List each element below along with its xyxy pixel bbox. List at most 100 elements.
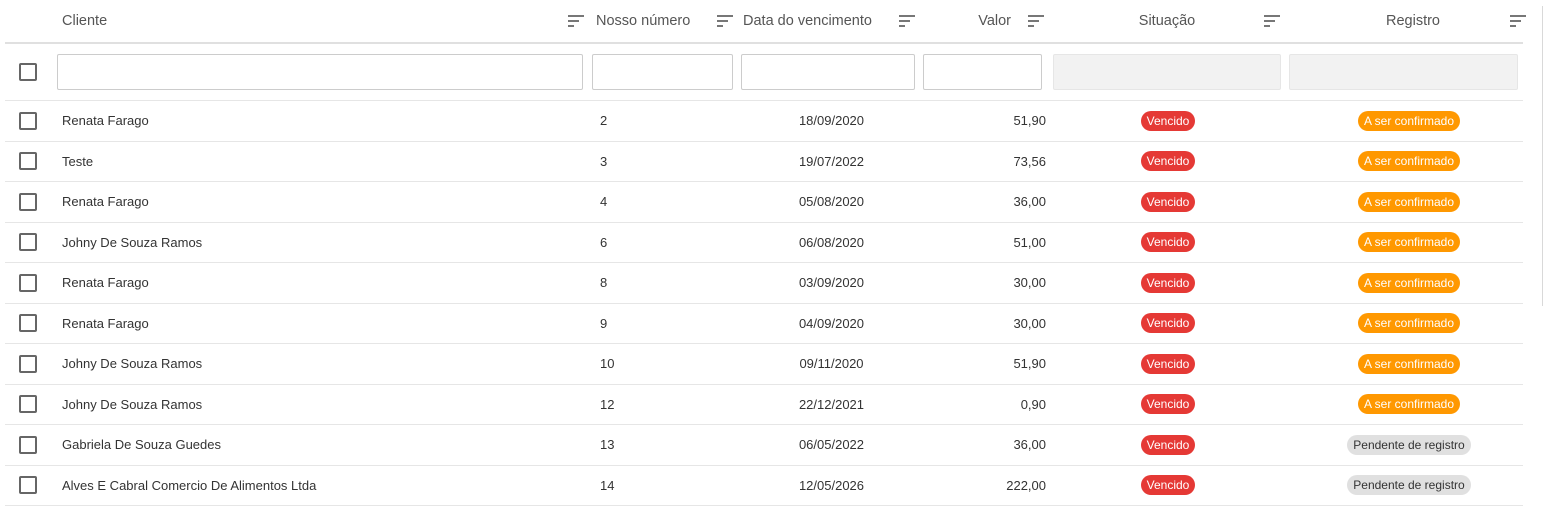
table-row[interactable]: Johny De Souza Ramos 12 22/12/2021 0,90 … [5, 385, 1523, 425]
row-checkbox[interactable] [19, 314, 37, 333]
nosso-numero-cell: 4 [600, 194, 608, 210]
cliente-cell: Johny De Souza Ramos [62, 356, 203, 372]
row-checkbox[interactable] [19, 152, 37, 171]
table-row[interactable]: Renata Farago 9 04/09/2020 30,00 Vencido… [5, 304, 1523, 344]
nosso-numero-cell: 8 [600, 275, 608, 291]
row-checkbox[interactable] [19, 192, 37, 211]
cliente-cell: Renata Farago [62, 194, 149, 210]
header-select-cell [5, 0, 55, 42]
registro-badge: A ser confirmado [1357, 394, 1461, 415]
sort-icon[interactable] [899, 15, 915, 27]
column-label: Nosso número [596, 13, 691, 29]
registro-badge: Pendente de registro [1347, 475, 1471, 496]
valor-filter-input[interactable] [923, 54, 1042, 90]
nosso-numero-cell: 6 [600, 234, 608, 250]
row-checkbox[interactable] [19, 395, 37, 414]
column-header-registro[interactable]: Registro [1286, 0, 1532, 42]
registro-badge: A ser confirmado [1357, 110, 1461, 131]
nosso-numero-cell: 14 [600, 477, 615, 493]
table-row[interactable]: Johny De Souza Ramos 6 06/08/2020 51,00 … [5, 223, 1523, 263]
sort-icon[interactable] [717, 15, 733, 27]
row-checkbox[interactable] [19, 354, 37, 373]
column-header-data-vencimento[interactable]: Data do vencimento [739, 0, 921, 42]
row-checkbox[interactable] [19, 233, 37, 252]
column-label: Data do vencimento [743, 13, 872, 29]
cliente-cell: Alves E Cabral Comercio De Alimentos Ltd… [62, 477, 317, 493]
nosso-numero-filter-input[interactable] [592, 54, 733, 90]
column-header-cliente[interactable]: Cliente [55, 0, 590, 42]
sort-icon[interactable] [568, 15, 584, 27]
registro-filter-input [1289, 54, 1518, 90]
registro-badge: Pendente de registro [1347, 434, 1471, 455]
table-row[interactable]: Alves E Cabral Comercio De Alimentos Ltd… [5, 466, 1523, 506]
situacao-badge: Vencido [1140, 272, 1196, 293]
nosso-numero-cell: 2 [600, 113, 608, 129]
table-row[interactable]: Teste 3 19/07/2022 73,56 Vencido A ser c… [5, 142, 1523, 182]
situacao-badge: Vencido [1140, 394, 1196, 415]
nosso-numero-cell: 12 [600, 396, 615, 412]
registro-badge: A ser confirmado [1357, 272, 1461, 293]
cliente-cell: Renata Farago [62, 275, 149, 291]
data-vencimento-cell: 05/08/2020 [798, 194, 865, 210]
registro-badge: A ser confirmado [1357, 313, 1461, 334]
select-all-checkbox[interactable] [19, 63, 37, 81]
cliente-cell: Teste [62, 153, 94, 169]
valor-cell: 36,00 [1013, 194, 1046, 210]
situacao-badge: Vencido [1140, 434, 1196, 455]
situacao-badge: Vencido [1140, 191, 1196, 212]
cliente-cell: Renata Farago [62, 315, 149, 331]
column-label: Valor [978, 13, 1011, 29]
situacao-badge: Vencido [1140, 313, 1196, 334]
cliente-cell: Johny De Souza Ramos [62, 396, 203, 412]
situacao-badge: Vencido [1140, 110, 1196, 131]
data-vencimento-cell: 06/08/2020 [798, 234, 865, 250]
data-vencimento-cell: 03/09/2020 [798, 275, 865, 291]
cliente-cell: Renata Farago [62, 113, 149, 129]
data-vencimento-cell: 09/11/2020 [799, 356, 864, 372]
column-label: Situação [1138, 13, 1196, 29]
vertical-scrollbar[interactable] [1542, 6, 1543, 306]
row-checkbox[interactable] [19, 435, 37, 454]
table-body: Renata Farago 2 18/09/2020 51,90 Vencido… [5, 101, 1523, 506]
boletos-table: Cliente Nosso número Data do vencimento … [5, 0, 1526, 506]
data-vencimento-cell: 04/09/2020 [798, 315, 865, 331]
nosso-numero-cell: 13 [600, 437, 615, 453]
row-checkbox[interactable] [19, 273, 37, 292]
table-row[interactable]: Johny De Souza Ramos 10 09/11/2020 51,90… [5, 344, 1523, 385]
situacao-badge: Vencido [1140, 475, 1196, 496]
situacao-badge: Vencido [1140, 353, 1196, 374]
table-row[interactable]: Renata Farago 2 18/09/2020 51,90 Vencido… [5, 101, 1523, 142]
nosso-numero-cell: 9 [600, 315, 608, 331]
situacao-filter-input [1053, 54, 1281, 90]
registro-badge: A ser confirmado [1357, 232, 1461, 253]
registro-badge: A ser confirmado [1357, 151, 1461, 172]
data-vencimento-cell: 18/09/2020 [798, 113, 865, 129]
data-vencimento-cell: 22/12/2021 [798, 396, 865, 412]
sort-icon[interactable] [1510, 15, 1526, 27]
sort-icon[interactable] [1264, 15, 1280, 27]
situacao-badge: Vencido [1140, 151, 1196, 172]
column-label: Registro [1386, 13, 1440, 29]
valor-cell: 51,90 [1013, 113, 1046, 129]
column-header-nosso-numero[interactable]: Nosso número [590, 0, 739, 42]
table-row[interactable]: Renata Farago 8 03/09/2020 30,00 Vencido… [5, 263, 1523, 304]
column-header-valor[interactable]: Valor [921, 0, 1050, 42]
data-vencimento-filter-input[interactable] [741, 54, 915, 90]
column-header-situacao[interactable]: Situação [1050, 0, 1286, 42]
table-row[interactable]: Gabriela De Souza Guedes 13 06/05/2022 3… [5, 425, 1523, 466]
valor-cell: 51,00 [1013, 234, 1046, 250]
row-checkbox[interactable] [19, 111, 37, 130]
table-row[interactable]: Renata Farago 4 05/08/2020 36,00 Vencido… [5, 182, 1523, 223]
valor-cell: 73,56 [1013, 153, 1046, 169]
filter-row [5, 44, 1523, 101]
cliente-filter-input[interactable] [57, 54, 583, 90]
sort-icon[interactable] [1028, 15, 1044, 27]
valor-cell: 51,90 [1013, 356, 1046, 372]
nosso-numero-cell: 10 [600, 356, 615, 372]
nosso-numero-cell: 3 [600, 153, 608, 169]
column-label: Cliente [62, 13, 108, 29]
valor-cell: 222,00 [1006, 477, 1046, 493]
valor-cell: 30,00 [1013, 315, 1046, 331]
row-checkbox[interactable] [19, 476, 37, 495]
valor-cell: 36,00 [1013, 437, 1046, 453]
